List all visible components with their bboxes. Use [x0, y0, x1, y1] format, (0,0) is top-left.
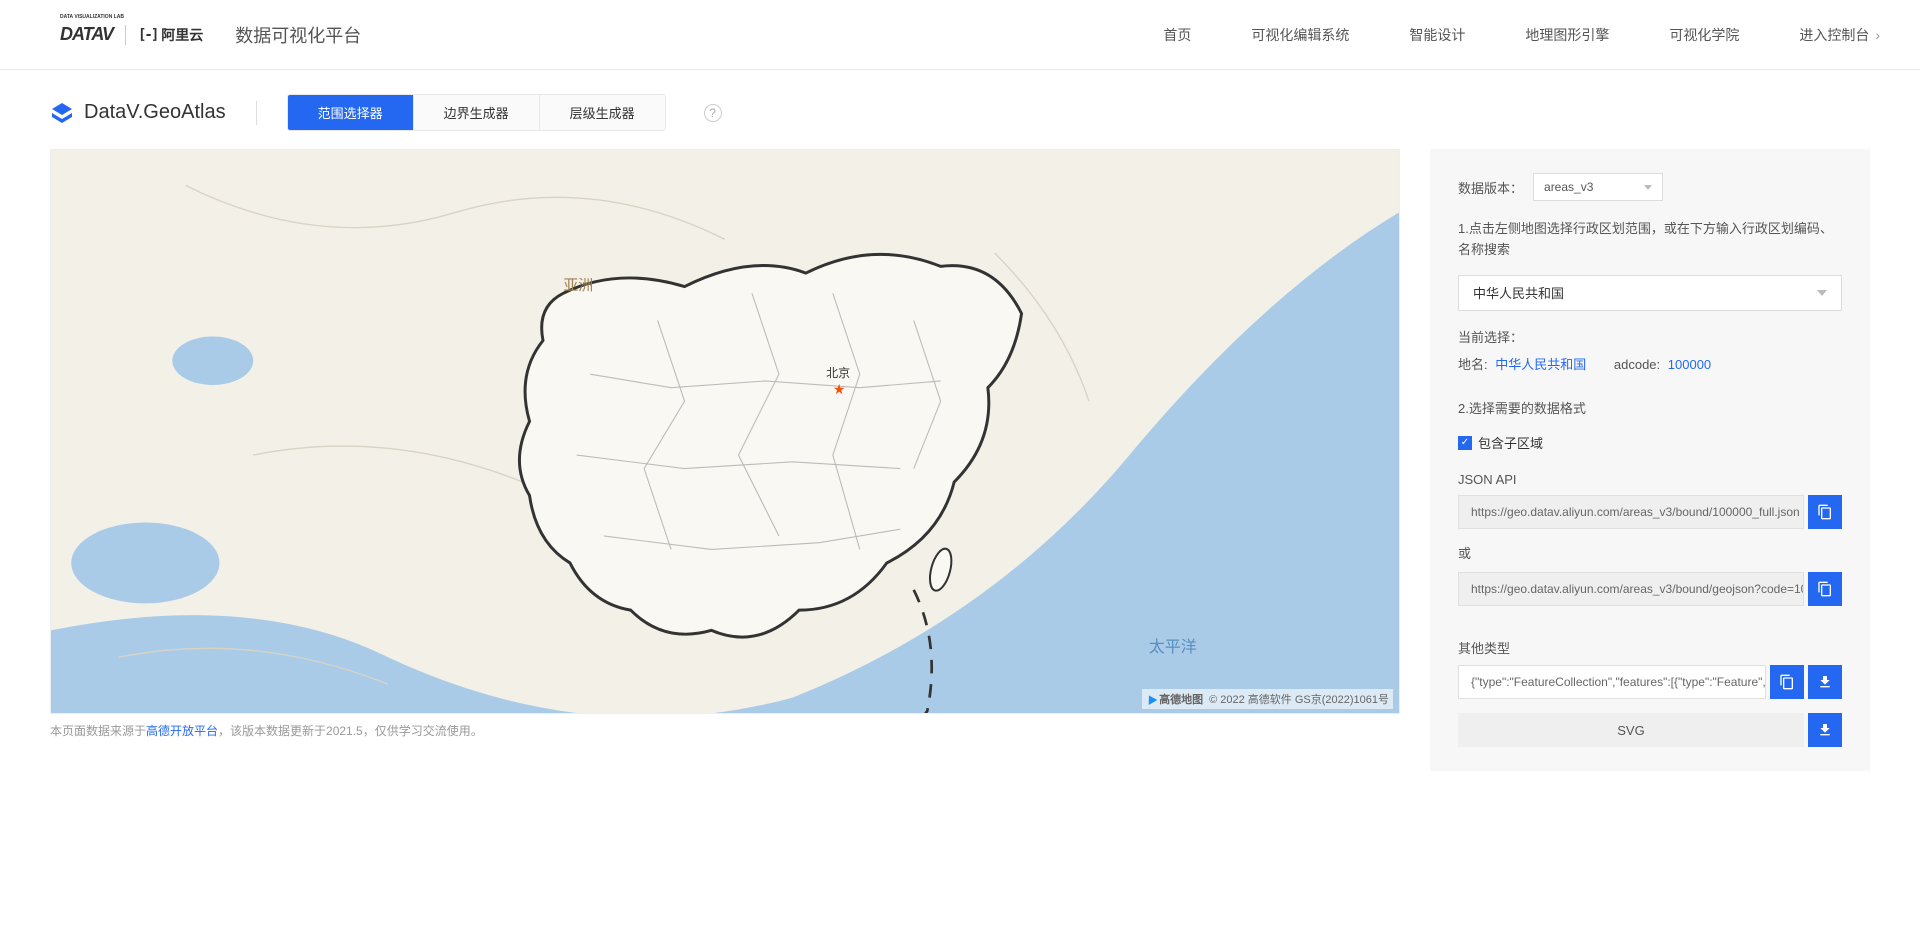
subheader-separator: [256, 101, 257, 125]
help-icon[interactable]: ?: [704, 104, 722, 122]
copy-url-1-button[interactable]: [1808, 495, 1842, 529]
settings-panel: 数据版本： areas_v3 1.点击左侧地图选择行政区划范围，或在下方输入行政…: [1430, 149, 1870, 771]
step1-text: 1.点击左侧地图选择行政区划范围，或在下方输入行政区划编码、名称搜索: [1458, 219, 1842, 261]
nav-console[interactable]: 进入控制台: [1799, 25, 1880, 45]
name-value: 中华人民共和国: [1495, 357, 1586, 372]
amap-platform-link[interactable]: 高德开放平台: [146, 724, 218, 738]
tool-tabs: 范围选择器 边界生成器 层级生成器: [287, 94, 666, 131]
json-url-2[interactable]: https://geo.datav.aliyun.com/areas_v3/bo…: [1458, 572, 1804, 606]
json-url-1[interactable]: https://geo.datav.aliyun.com/areas_v3/bo…: [1458, 495, 1804, 529]
download-icon: [1817, 722, 1833, 738]
or-label: 或: [1458, 543, 1842, 562]
copy-feature-button[interactable]: [1770, 665, 1804, 699]
version-select[interactable]: areas_v3: [1533, 173, 1663, 201]
copy-icon: [1817, 504, 1833, 520]
logo-separator: [125, 25, 126, 45]
version-label: 数据版本：: [1458, 178, 1523, 197]
current-selection-label: 当前选择：: [1458, 327, 1842, 346]
aliyun-logo: 阿里云: [138, 25, 203, 45]
datav-logo: DATAV: [60, 24, 113, 45]
download-feature-button[interactable]: [1808, 665, 1842, 699]
map-label-beijing: 北京: [826, 364, 850, 381]
nav-smart-design[interactable]: 智能设计: [1409, 25, 1465, 45]
geoatlas-title-text: DataV.GeoAtlas: [84, 101, 226, 124]
nav-geo-engine[interactable]: 地理图形引擎: [1525, 25, 1609, 45]
svg-export-button[interactable]: SVG: [1458, 713, 1804, 747]
feature-json-preview[interactable]: {"type":"FeatureCollection","features":[…: [1458, 665, 1766, 699]
copy-icon: [1779, 674, 1795, 690]
region-select[interactable]: 中华人民共和国: [1458, 275, 1842, 311]
map-copyright: © 2022 高德软件 GS京(2022)1061号: [1209, 691, 1389, 707]
tab-range-selector[interactable]: 范围选择器: [288, 95, 414, 130]
tab-boundary-generator[interactable]: 边界生成器: [414, 95, 540, 130]
include-subregion-checkbox[interactable]: [1458, 436, 1472, 450]
step2-text: 2.选择需要的数据格式: [1458, 399, 1842, 420]
adcode-key: adcode:: [1614, 357, 1660, 372]
geoatlas-icon: [50, 101, 74, 125]
nav-academy[interactable]: 可视化学院: [1669, 25, 1739, 45]
name-key: 地名:: [1458, 357, 1488, 372]
copy-url-2-button[interactable]: [1808, 572, 1842, 606]
copy-icon: [1817, 581, 1833, 597]
platform-title: 数据可视化平台: [235, 22, 361, 48]
other-type-label: 其他类型: [1458, 638, 1842, 657]
map-footer-note: 本页面数据来源于高德开放平台，该版本数据更新于2021.5，仅供学习交流使用。: [50, 722, 1400, 739]
nav-editor[interactable]: 可视化编辑系统: [1251, 25, 1349, 45]
nav-home[interactable]: 首页: [1163, 25, 1191, 45]
include-subregion-label: 包含子区域: [1478, 433, 1543, 452]
adcode-value: 100000: [1668, 357, 1711, 372]
map-label-asia: 亚洲: [563, 274, 593, 295]
amap-logo: 高德地图: [1146, 691, 1203, 707]
map-canvas[interactable]: 亚洲 北京 ★ 太平洋 高德地图 © 2022 高德软件 GS京(2022)10…: [50, 149, 1400, 714]
map-label-pacific: 太平洋: [1149, 633, 1197, 657]
tab-hierarchy-generator[interactable]: 层级生成器: [540, 95, 665, 130]
capital-star-icon: ★: [833, 381, 846, 398]
download-svg-button[interactable]: [1808, 713, 1842, 747]
json-api-label: JSON API: [1458, 472, 1842, 487]
download-icon: [1817, 674, 1833, 690]
